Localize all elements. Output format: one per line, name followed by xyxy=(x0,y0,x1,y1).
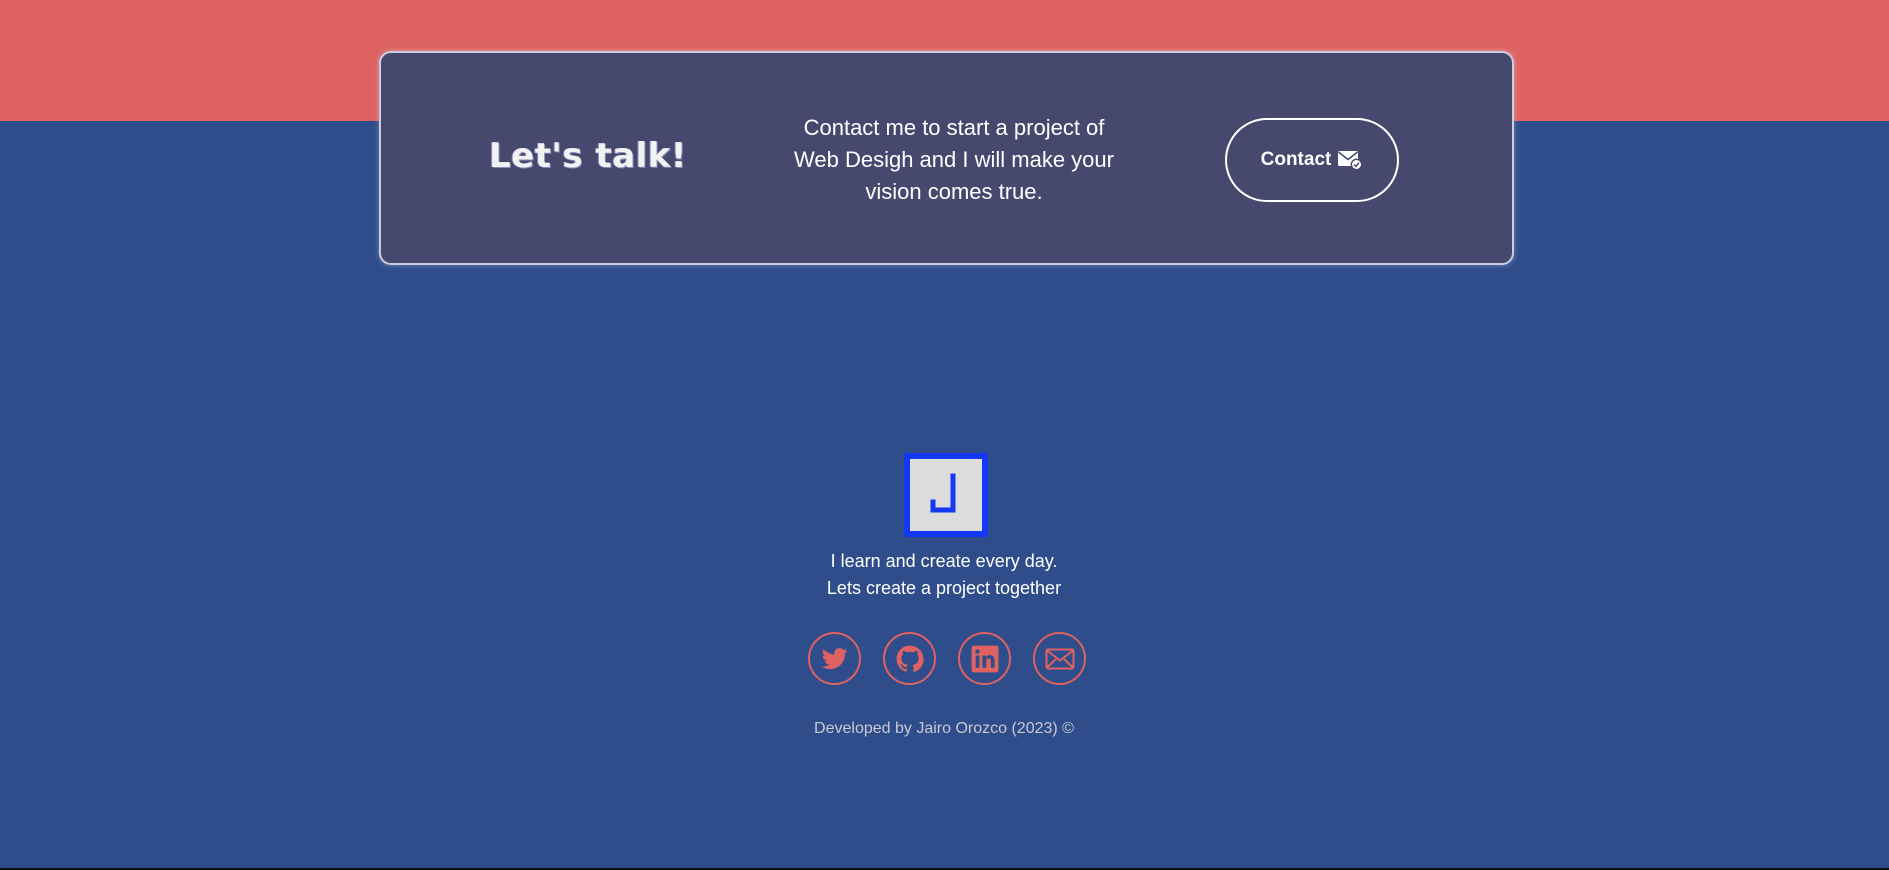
twitter-icon xyxy=(821,647,847,669)
github-icon xyxy=(896,645,924,672)
cta-title: Let's talk! xyxy=(489,136,687,176)
footer-tagline: I learn and create every day. Lets creat… xyxy=(744,548,1144,602)
tagline-line: Lets create a project together xyxy=(826,578,1062,598)
contact-cta-card: Let's talk! Contact me to start a projec… xyxy=(379,51,1514,265)
twitter-link[interactable] xyxy=(808,632,861,685)
cta-text-line: Contact me to start a project of xyxy=(803,115,1105,140)
footer-credit: Developed by Jairo Orozco (2023) © xyxy=(814,720,1074,737)
mail-check-icon xyxy=(1338,151,1363,171)
cta-text-line: Web Desigh and I will make your xyxy=(794,147,1114,172)
linkedin-link[interactable] xyxy=(958,632,1011,685)
github-link[interactable] xyxy=(883,632,936,685)
site-logo[interactable] xyxy=(904,453,988,537)
email-icon xyxy=(1045,648,1074,669)
cta-text-line: vision comes true. xyxy=(865,179,1043,204)
cta-description: Contact me to start a project of Web Des… xyxy=(781,112,1127,208)
email-link[interactable] xyxy=(1033,632,1086,685)
logo-j-mark xyxy=(930,473,956,513)
contact-button[interactable]: Contact xyxy=(1225,118,1399,202)
linkedin-icon xyxy=(971,645,998,672)
contact-button-label: Contact xyxy=(1260,149,1332,170)
social-links xyxy=(808,632,1086,686)
tagline-line: I learn and create every day. xyxy=(830,551,1058,571)
